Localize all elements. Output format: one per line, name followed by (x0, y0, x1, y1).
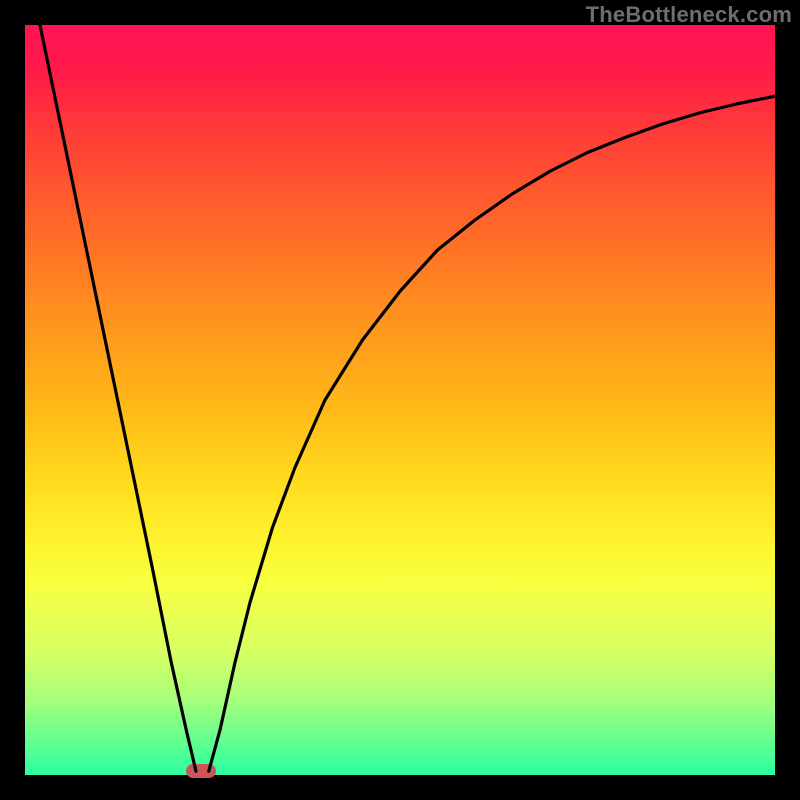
chart-container: TheBottleneck.com (0, 0, 800, 800)
plot-area (25, 25, 775, 775)
curve-svg (25, 25, 775, 775)
watermark-text: TheBottleneck.com (586, 2, 792, 28)
left-branch-line (40, 25, 196, 771)
right-branch-line (209, 96, 775, 771)
